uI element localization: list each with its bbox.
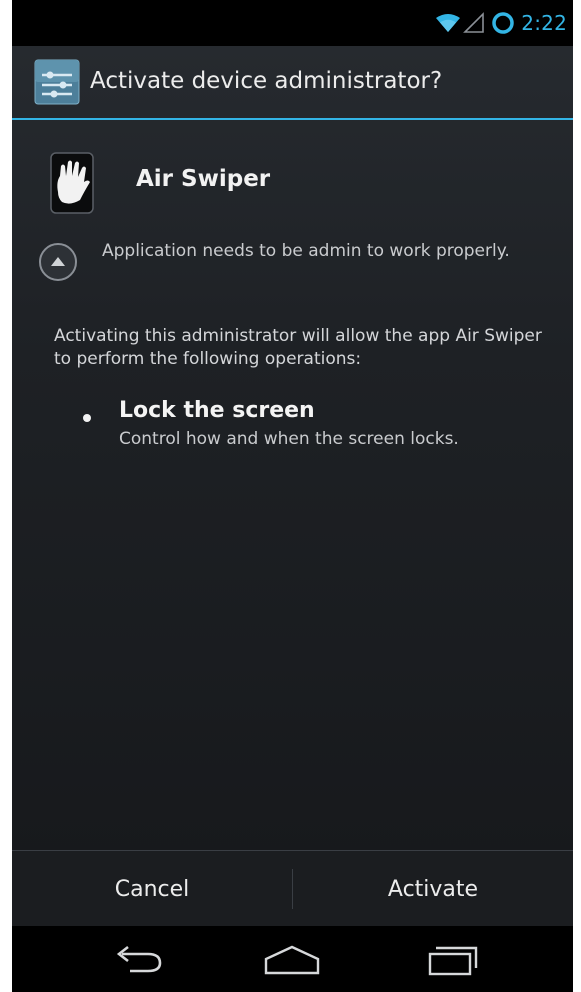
policy-description: Control how and when the screen locks. [119, 429, 459, 449]
device-admin-dialog: Activate device administrator? Air Swipe… [12, 46, 573, 926]
chevron-up-icon [51, 257, 65, 266]
signal-icon [463, 12, 485, 33]
back-icon[interactable] [108, 944, 168, 976]
phone-screen: 2:22 Activate device administrator? Air … [12, 0, 573, 992]
app-name: Air Swiper [136, 166, 271, 192]
status-icons: 2:22 [435, 10, 567, 36]
status-bar: 2:22 [12, 0, 573, 46]
home-icon[interactable] [262, 944, 322, 976]
clock: 2:22 [521, 11, 567, 35]
activate-button[interactable]: Activate [293, 851, 573, 927]
expand-description-button[interactable] [39, 243, 77, 281]
hand-icon [50, 152, 94, 214]
app-description: Application needs to be admin to work pr… [102, 241, 510, 261]
dialog-title: Activate device administrator? [90, 68, 443, 94]
title-divider [12, 118, 573, 120]
cancel-button[interactable]: Cancel [12, 851, 292, 927]
dialog-title-bar: Activate device administrator? [12, 46, 573, 120]
wifi-icon [436, 14, 461, 32]
activation-warning: Activating this administrator will allow… [54, 326, 542, 369]
policy-title: Lock the screen [119, 398, 315, 423]
settings-icon [34, 59, 80, 105]
bullet-icon [83, 414, 91, 422]
dialog-button-bar: Cancel Activate [12, 850, 573, 926]
recents-icon[interactable] [422, 944, 482, 976]
battery-icon [492, 12, 515, 34]
navigation-bar [12, 926, 573, 992]
